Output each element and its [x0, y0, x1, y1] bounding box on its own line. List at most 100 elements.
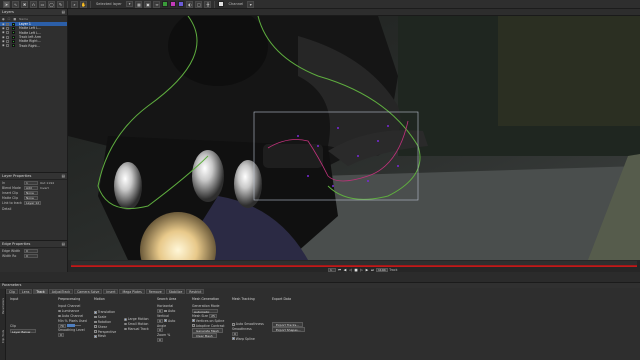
- tab-stabilize[interactable]: Stabilize: [165, 289, 186, 294]
- layer-checkbox[interactable]: [6, 31, 9, 35]
- mesh-point[interactable]: [387, 125, 389, 127]
- link-track-select[interactable]: Layer 12: [24, 201, 42, 206]
- panel-options-icon[interactable]: ▤: [62, 242, 65, 246]
- min-pixels-slider[interactable]: [67, 324, 82, 328]
- in-point-field[interactable]: 1: [24, 180, 38, 185]
- step-forward-icon[interactable]: ▶: [365, 268, 369, 272]
- play-forward-icon[interactable]: ▷: [360, 268, 364, 272]
- tab-insert[interactable]: Insert: [103, 289, 119, 294]
- layer-color-swatch[interactable]: [12, 44, 15, 48]
- play-backward-icon[interactable]: ◁: [349, 268, 353, 272]
- mesh-point[interactable]: [332, 185, 334, 187]
- angle-field[interactable]: 0: [157, 328, 163, 333]
- layer-color-swatch[interactable]: [12, 26, 15, 30]
- luminance-radio[interactable]: [58, 309, 61, 313]
- pointer-icon[interactable]: ➤: [3, 0, 10, 8]
- smoothing-field[interactable]: 0: [58, 333, 64, 338]
- side-tab-parameters[interactable]: Parameters: [1, 291, 6, 321]
- tab-mega-plates[interactable]: Mega Plates: [119, 289, 145, 294]
- mask-icon[interactable]: ◐: [186, 0, 194, 8]
- eye-icon[interactable]: ◉: [2, 31, 5, 34]
- go-to-end-icon[interactable]: ⏭: [371, 268, 375, 272]
- video-frame[interactable]: [68, 16, 640, 260]
- generation-mode-select[interactable]: Automatic: [192, 308, 218, 314]
- horizontal-field[interactable]: 0: [157, 309, 163, 314]
- matte-clip-select[interactable]: None: [24, 196, 38, 201]
- scale-checkbox[interactable]: [94, 315, 97, 319]
- manual-track-radio[interactable]: [124, 327, 127, 331]
- planar-grid-icon[interactable]: ╬: [204, 0, 212, 8]
- vertical-auto-checkbox[interactable]: [164, 319, 167, 323]
- ellipse-icon[interactable]: ◯: [48, 0, 55, 8]
- view-mode-select[interactable]: ▾: [125, 1, 134, 7]
- layer-checkbox[interactable]: [6, 39, 9, 43]
- clear-mesh-button[interactable]: Clear Mesh: [192, 332, 217, 338]
- frame-start-field[interactable]: 1: [328, 267, 336, 272]
- layer-checkbox[interactable]: [6, 22, 9, 26]
- clip-viewer[interactable]: [68, 16, 640, 260]
- mesh-point[interactable]: [367, 180, 369, 182]
- zoom-icon[interactable]: ⌕: [71, 0, 78, 8]
- invert-checkbox-label[interactable]: Invert: [40, 186, 49, 190]
- auto-channel-radio[interactable]: [58, 314, 61, 318]
- stop-icon[interactable]: ■: [354, 268, 358, 272]
- export-shapes-button[interactable]: Export Shapes...: [272, 326, 305, 332]
- surface-icon[interactable]: □: [195, 0, 203, 8]
- tab-remove[interactable]: Remove: [145, 289, 165, 294]
- layer-checkbox[interactable]: [6, 35, 9, 39]
- smoothness-field[interactable]: 0: [232, 331, 238, 336]
- layer-checkbox[interactable]: [6, 26, 9, 30]
- hand-icon[interactable]: ✋: [80, 0, 87, 8]
- tab-track[interactable]: Track: [33, 289, 48, 294]
- link-icon[interactable]: ∞: [153, 0, 161, 8]
- panel-options-icon[interactable]: ▤: [62, 10, 65, 14]
- mesh-checkbox[interactable]: [94, 335, 97, 338]
- eye-icon[interactable]: ◉: [2, 44, 5, 47]
- vertical-field[interactable]: 0: [157, 318, 163, 323]
- adaptive-checkbox[interactable]: [192, 324, 195, 327]
- auto-smoothness-checkbox[interactable]: [232, 323, 235, 326]
- tab-lens[interactable]: Lens: [19, 289, 33, 294]
- mesh-point[interactable]: [317, 145, 319, 147]
- layer-color-swatch[interactable]: [12, 39, 15, 43]
- bspline-icon[interactable]: ∿: [12, 0, 19, 8]
- insert-clip-select[interactable]: None: [24, 190, 38, 195]
- vertices-checkbox[interactable]: [192, 319, 195, 323]
- mesh-point[interactable]: [397, 165, 399, 167]
- go-to-start-icon[interactable]: ⏮: [338, 268, 342, 272]
- mesh-point[interactable]: [307, 175, 309, 177]
- clip-select[interactable]: Layer Below: [10, 328, 36, 334]
- tab-restrict[interactable]: Restrict: [186, 289, 205, 294]
- rotation-checkbox[interactable]: [94, 320, 97, 324]
- magnetic-icon[interactable]: ∩: [30, 0, 37, 8]
- xspline-icon[interactable]: ✖: [21, 0, 28, 8]
- mesh-size-field[interactable]: 25: [209, 313, 217, 318]
- layer-color-swatch[interactable]: [12, 31, 15, 35]
- horizontal-auto-checkbox[interactable]: [164, 309, 167, 313]
- mesh-point[interactable]: [377, 140, 379, 142]
- warp-spline-checkbox[interactable]: [232, 337, 235, 341]
- mesh-point[interactable]: [357, 155, 359, 157]
- perspective-checkbox[interactable]: [94, 330, 97, 333]
- color-swatch-green[interactable]: [162, 1, 169, 7]
- blend-mode-select[interactable]: Add: [24, 185, 38, 190]
- color-swatch-magenta[interactable]: [170, 1, 177, 7]
- edge-width-field[interactable]: 0: [24, 248, 38, 253]
- mesh-point[interactable]: [337, 127, 339, 129]
- color-swatch-violet[interactable]: [178, 1, 185, 7]
- tab-camera-solve[interactable]: Camera Solve: [74, 289, 103, 294]
- channel-dropdown-icon[interactable]: ▾: [247, 0, 255, 8]
- width-field[interactable]: 0: [24, 253, 38, 258]
- zoom-field[interactable]: 0: [157, 337, 163, 342]
- layer-checkbox[interactable]: [6, 44, 9, 48]
- freehand-icon[interactable]: ✎: [57, 0, 64, 8]
- mesh-point[interactable]: [297, 135, 299, 137]
- timeline[interactable]: 1 ⏮ ◀ ◁ ■ ▷ ▶ ⏭ 1194 Track: [68, 260, 640, 272]
- shear-checkbox[interactable]: [94, 325, 97, 329]
- rect-icon[interactable]: ▭: [39, 0, 46, 8]
- layer-row[interactable]: ◉ Track Right...: [0, 43, 67, 48]
- color-swatch-white[interactable]: [218, 1, 225, 7]
- layer-color-swatch[interactable]: [12, 35, 15, 39]
- layer-icon[interactable]: ▣: [144, 0, 152, 8]
- min-pixels-field[interactable]: 70: [58, 323, 66, 328]
